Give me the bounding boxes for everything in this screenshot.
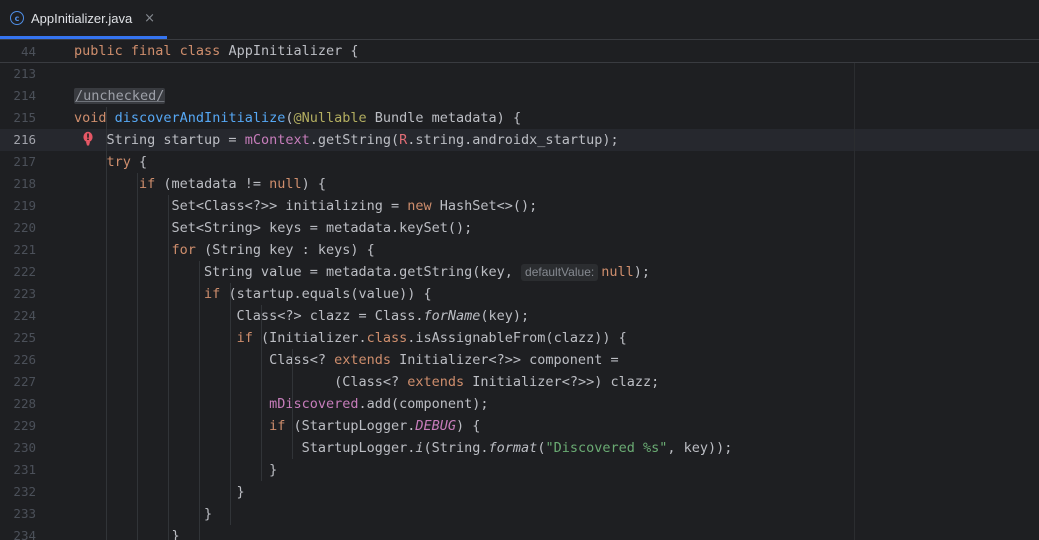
line-number: 223: [13, 286, 36, 301]
code-line[interactable]: 228 mDiscovered.add(component);: [0, 393, 1039, 415]
code-editor[interactable]: 234 } 233 } 232 } 231 } 230 StartupLogger.i(…: [0, 63, 1039, 540]
code-text: StartupLogger.i(String.format("Discovere…: [74, 440, 733, 456]
editor-tab-bar: c AppInitializer.java ×: [0, 0, 1039, 40]
line-number: 221: [13, 242, 36, 257]
code-text: (Class<? extends Initializer<?>>) clazz;: [74, 374, 660, 390]
line-number: 228: [13, 396, 36, 411]
line-number: 230: [13, 440, 36, 455]
code-line[interactable]: 217 try {: [0, 151, 1039, 173]
code-line[interactable]: 222 String value = metadata.getString(ke…: [0, 261, 1039, 283]
code-text: if (metadata != null) {: [139, 176, 326, 192]
code-text: Class<? extends Initializer<?>> componen…: [74, 352, 619, 368]
code-line[interactable]: 214/unchecked/: [0, 85, 1039, 107]
java-class-icon: c: [10, 11, 24, 25]
code-line[interactable]: 230 StartupLogger.i(String.format("Disco…: [0, 437, 1039, 459]
indent-guide: [292, 349, 293, 459]
line-number: 44: [20, 44, 36, 59]
tab-appinitializer-java[interactable]: c AppInitializer.java ×: [0, 0, 167, 39]
code-line[interactable]: 223 if (startup.equals(value)) {: [0, 283, 1039, 305]
line-number: 219: [13, 198, 36, 213]
code-line[interactable]: 227 (Class<? extends Initializer<?>>) cl…: [0, 371, 1039, 393]
code-text: Class<?> clazz = Class.forName(key);: [74, 308, 530, 324]
line-number: 215: [13, 110, 36, 125]
code-text: void discoverAndInitialize(@Nullable Bun…: [74, 110, 522, 126]
line-number: 229: [13, 418, 36, 433]
tab-label: AppInitializer.java: [31, 10, 133, 26]
code-text: try {: [106, 154, 148, 170]
indent-guide: [261, 305, 262, 481]
indent-guide: [106, 107, 107, 540]
indent-guide: [168, 195, 169, 540]
code-line[interactable]: 226 Class<? extends Initializer<?>> comp…: [0, 349, 1039, 371]
code-text: if (Initializer.class.isAssignableFrom(c…: [236, 330, 627, 346]
code-line[interactable]: 224 Class<?> clazz = Class.forName(key);: [0, 305, 1039, 327]
code-text: Set<Class<?>> initializing = new HashSet…: [74, 198, 538, 214]
line-number: 218: [13, 176, 36, 191]
line-number: 226: [13, 352, 36, 367]
close-icon[interactable]: ×: [144, 11, 155, 26]
code-line[interactable]: 218 if (metadata != null) {: [0, 173, 1039, 195]
code-line[interactable]: 233 }: [0, 503, 1039, 525]
code-text: }: [74, 506, 213, 522]
line-number: 222: [13, 264, 36, 279]
code-text: }: [74, 462, 278, 478]
code-line[interactable]: 231 }: [0, 459, 1039, 481]
code-text: /unchecked/: [74, 88, 166, 104]
code-line[interactable]: 232 }: [0, 481, 1039, 503]
code-text: if (StartupLogger.DEBUG) {: [269, 418, 481, 434]
code-line[interactable]: 225 if (Initializer.class.isAssignableFr…: [0, 327, 1039, 349]
code-text: String value = metadata.getString(key, d…: [74, 264, 650, 281]
code-line[interactable]: 213: [0, 63, 1039, 85]
code-line[interactable]: 219 Set<Class<?>> initializing = new Has…: [0, 195, 1039, 217]
code-line[interactable]: 221 for (String key : keys) {: [0, 239, 1039, 261]
line-number: 216: [13, 132, 36, 147]
code-text: }: [74, 484, 245, 500]
code-line[interactable]: 215 void discoverAndInitialize(@Nullable …: [0, 107, 1039, 129]
error-marker-icon[interactable]: [82, 130, 96, 148]
sticky-header-line[interactable]: 44 public final class AppInitializer {: [0, 40, 1039, 63]
line-number: 234: [13, 528, 36, 540]
line-number: 231: [13, 462, 36, 477]
code-text: String startup = mContext.getString(R.st…: [74, 132, 619, 148]
code-text: if (startup.equals(value)) {: [204, 286, 432, 302]
code-line[interactable]: 234 }: [0, 525, 1039, 540]
line-number: 232: [13, 484, 36, 499]
indent-guide: [199, 261, 200, 540]
line-number: 220: [13, 220, 36, 235]
code-text: Set<String> keys = metadata.keySet();: [74, 220, 473, 236]
line-number: 225: [13, 330, 36, 345]
code-text: }: [74, 528, 180, 540]
sticky-code: public final class AppInitializer {: [74, 43, 359, 59]
code-line[interactable]: 220 Set<String> keys = metadata.keySet()…: [0, 217, 1039, 239]
right-margin-guide: [854, 63, 855, 540]
code-line[interactable]: 229 if (StartupLogger.DEBUG) {: [0, 415, 1039, 437]
code-line[interactable]: 216 String startup = mContext.getString(…: [0, 129, 1039, 151]
code-text: for (String key : keys) {: [171, 242, 375, 258]
line-number: 217: [13, 154, 36, 169]
indent-guide: [137, 173, 138, 540]
line-number: 214: [13, 88, 36, 103]
line-number: 227: [13, 374, 36, 389]
indent-guide: [230, 283, 231, 525]
line-number: 224: [13, 308, 36, 323]
line-number: 213: [13, 66, 36, 81]
line-number: 233: [13, 506, 36, 521]
